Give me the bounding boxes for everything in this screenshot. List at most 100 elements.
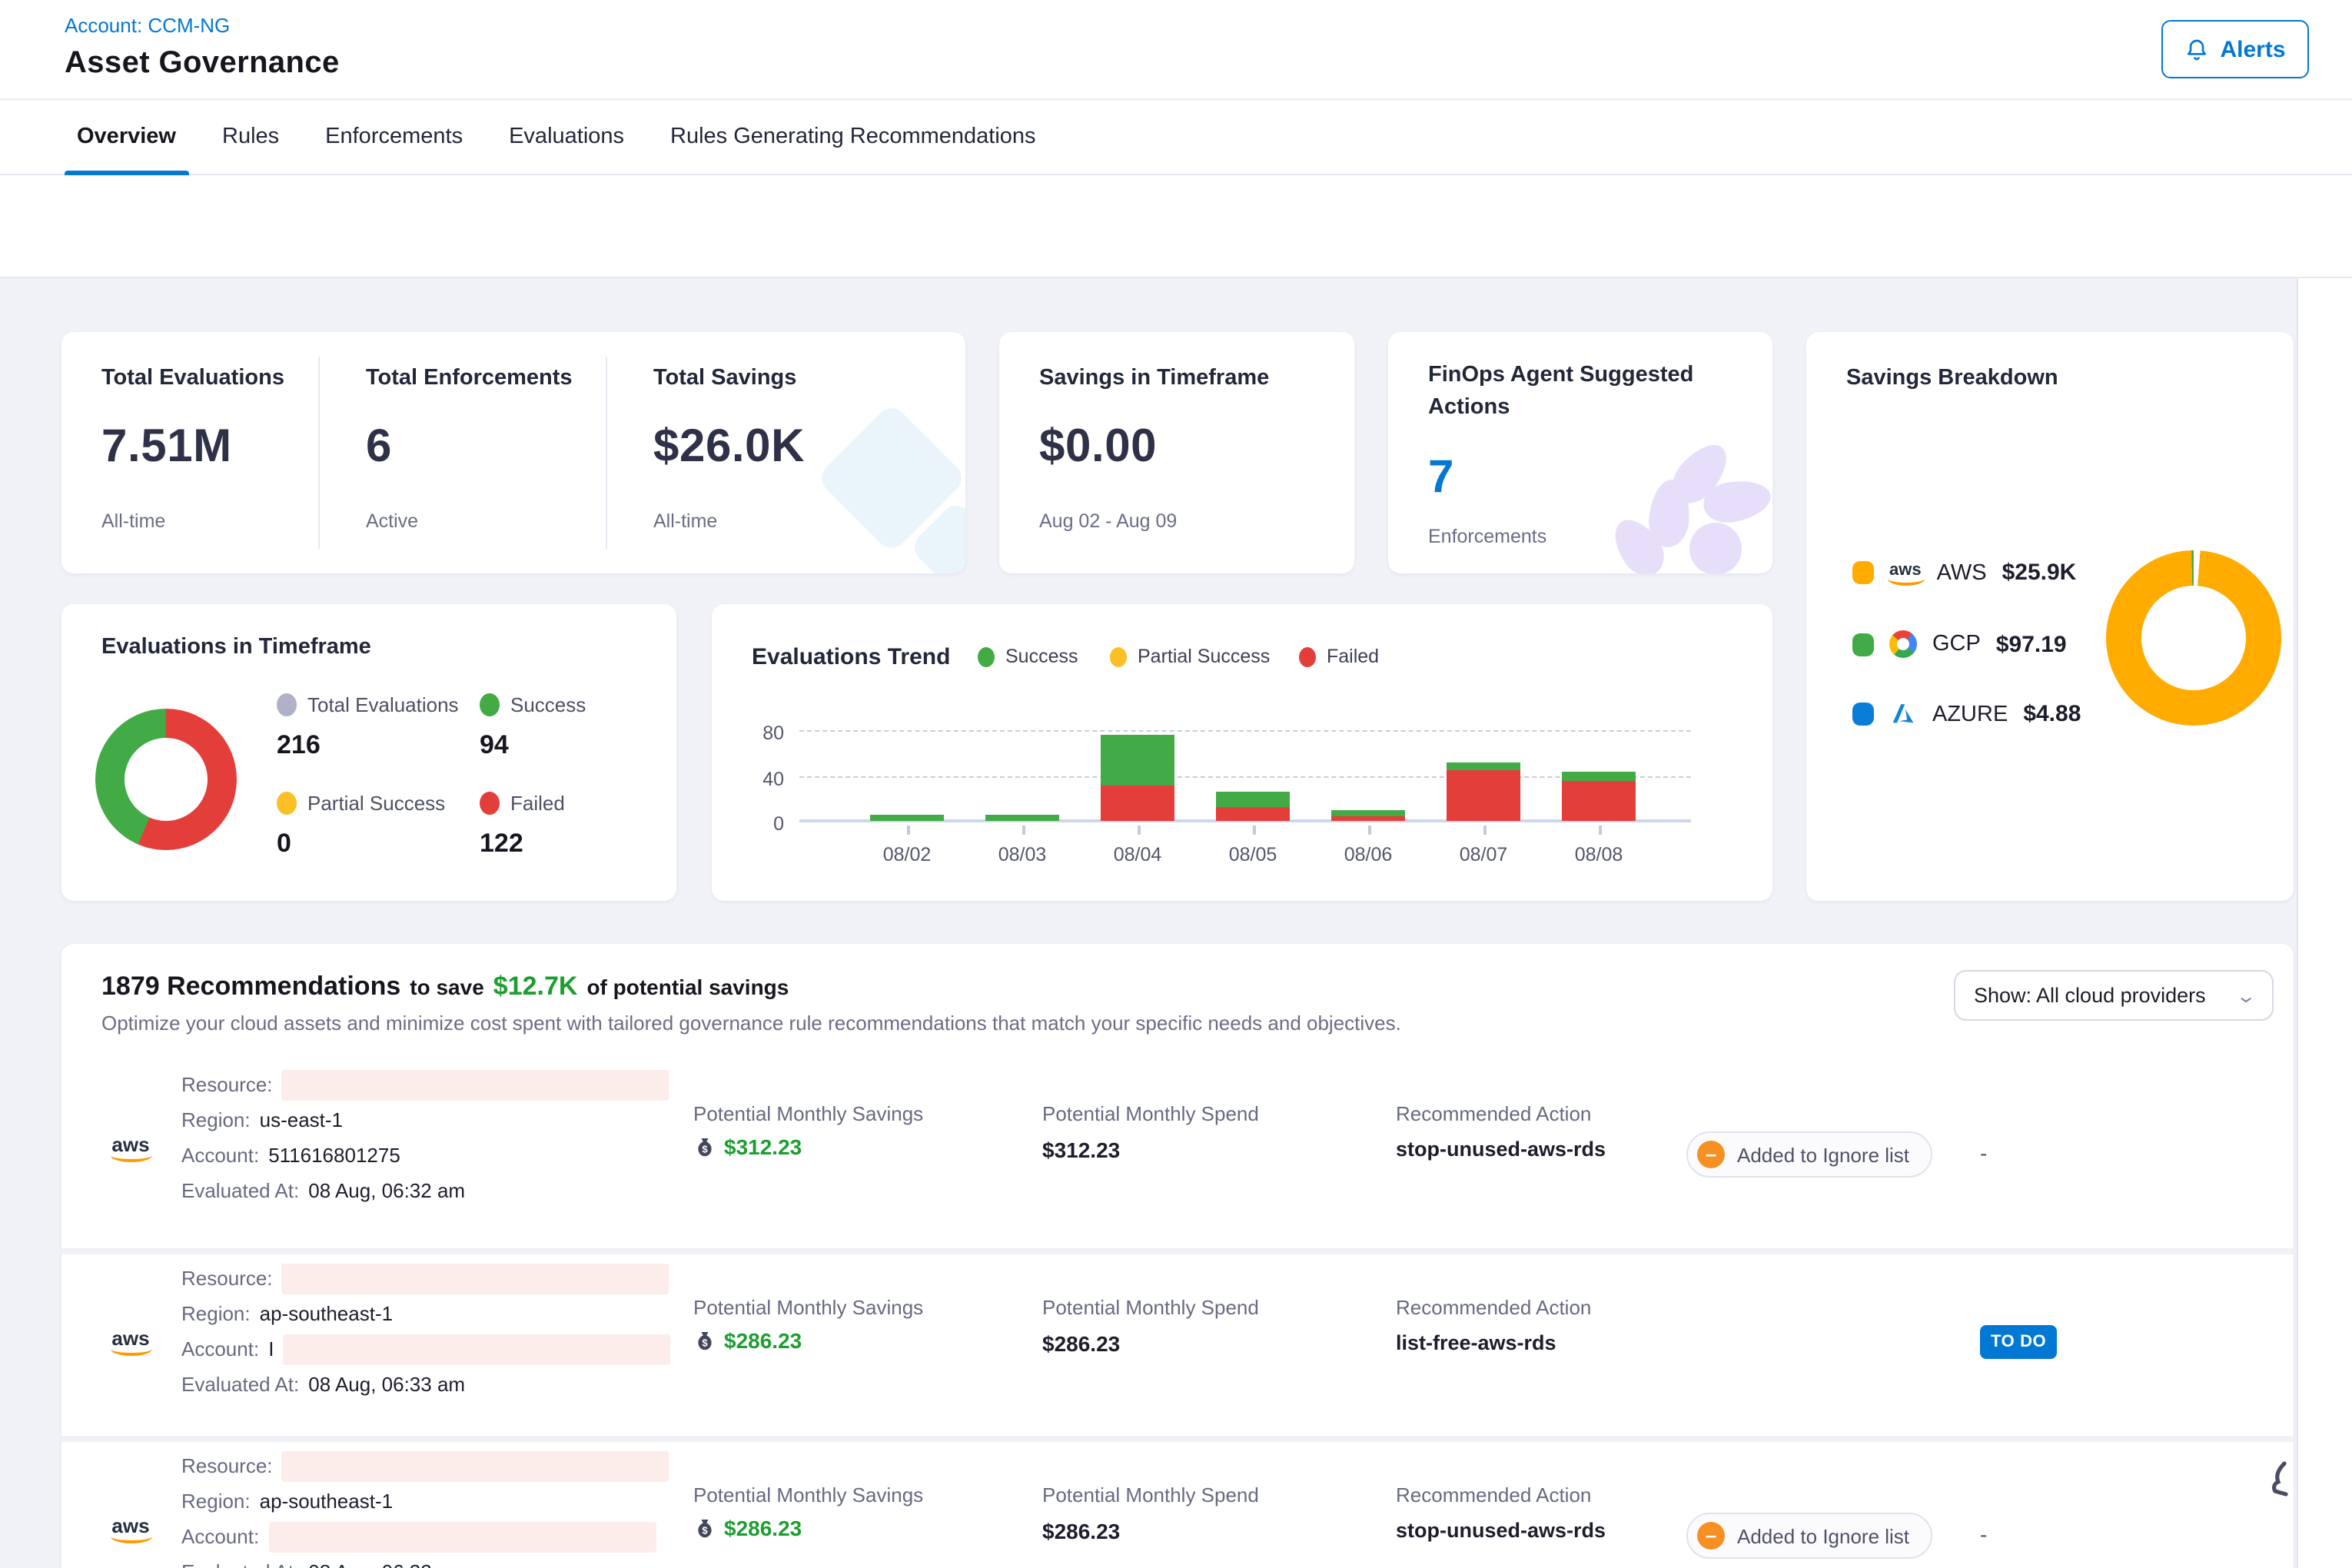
region-value: ap-southeast-1 <box>260 1302 393 1325</box>
savings-column-label: Potential Monthly Savings <box>693 1483 923 1507</box>
recommendation-row[interactable]: aws Resource: Region: ap-southeast-1 Acc… <box>61 1248 2294 1436</box>
gcp-logo-icon <box>1889 630 1917 658</box>
evaluated-line: Evaluated At: 08 Aug, 06:32 am <box>181 1554 465 1568</box>
region-label: Region: <box>181 1108 251 1131</box>
savings-amount: $312.23 <box>724 1134 802 1159</box>
spend-value: $286.23 <box>1042 1331 1120 1356</box>
account-breadcrumb-link[interactable]: Account: CCM-NG <box>65 14 230 37</box>
bar-segment-success <box>1447 762 1520 769</box>
redacted-resource-value <box>282 1450 669 1481</box>
legend-item-success: Success <box>480 693 586 716</box>
dropdown-label: Show: All cloud providers <box>1974 984 2206 1007</box>
success-legend-label: Success <box>510 693 586 716</box>
alerts-button[interactable]: Alerts <box>2161 20 2309 78</box>
money-bag-icon: $ <box>693 1517 716 1540</box>
asset-governance-page: Account: CCM-NG Asset Governance Alerts … <box>0 0 2352 1568</box>
empty-cell-dash: - <box>1980 1522 1987 1546</box>
content-area: Total Evaluations 7.51M All-time Total E… <box>0 278 2297 1568</box>
azure-logo-icon <box>1889 701 1917 727</box>
decorative-flower <box>1689 523 1742 573</box>
aws-provider-icon: aws <box>108 1328 154 1356</box>
tab-enforcements[interactable]: Enforcements <box>325 99 463 174</box>
savings-column-label: Potential Monthly Savings <box>693 1296 923 1319</box>
partial-legend-label: Partial Success <box>1138 646 1270 667</box>
account-label: Account: <box>181 1337 259 1360</box>
bar-segment-success <box>985 816 1059 821</box>
total-savings-caption: All-time <box>653 510 717 532</box>
resource-label: Resource: <box>181 1454 273 1477</box>
finops-agent-title: FinOps Agent Suggested Actions <box>1428 360 1713 424</box>
partial-legend-dot <box>277 792 297 815</box>
bar-segment-failed <box>1101 786 1174 821</box>
mouse-cursor-artifact <box>2269 1460 2291 1500</box>
gridline-40 <box>799 776 1691 777</box>
tab-rules[interactable]: Rules <box>222 99 279 174</box>
tab-overview[interactable]: Overview <box>77 99 176 174</box>
redacted-resource-value <box>282 1069 669 1100</box>
x-axis-tick-mark <box>1483 826 1486 835</box>
alerts-button-label: Alerts <box>2220 36 2285 62</box>
savings-timeframe-caption: Aug 02 - Aug 09 <box>1039 510 1177 532</box>
action-column-label: Recommended Action <box>1396 1102 1591 1125</box>
recommendation-row[interactable]: aws Resource: Region: ap-southeast-1 Acc… <box>61 1436 2294 1568</box>
recommendation-row[interactable]: aws Resource: Region: us-east-1 Account:… <box>61 1061 2294 1248</box>
success-legend-dot <box>480 693 500 716</box>
x-axis-tick-mark <box>1022 826 1025 835</box>
savings-amount: $286.23 <box>724 1328 802 1353</box>
legend-item-aws: aws AWS $25.9K <box>1852 560 2076 586</box>
bar-segment-success <box>1331 811 1405 816</box>
legend-item-failed: Failed <box>480 792 565 815</box>
bar-segment-success <box>870 816 944 821</box>
partial-legend-label: Partial Success <box>307 792 445 815</box>
donut-hole <box>125 738 208 821</box>
spend-column-label: Potential Monthly Spend <box>1042 1102 1259 1125</box>
redacted-account-value <box>283 1334 670 1364</box>
total-savings-title: Total Savings <box>653 366 796 390</box>
x-axis-tick-label: 08/04 <box>1084 844 1191 865</box>
evaluated-line: Evaluated At: 08 Aug, 06:33 am <box>181 1367 465 1402</box>
legend-item-azure: AZURE $4.88 <box>1852 701 2081 727</box>
trend-legend-failed: Failed <box>1299 646 1379 667</box>
savings-breakdown-donut-chart <box>2106 550 2281 726</box>
azure-legend-label: AZURE <box>1932 702 2008 726</box>
resource-label: Resource: <box>181 1267 273 1290</box>
region-value: ap-southeast-1 <box>260 1490 393 1513</box>
todo-status-badge[interactable]: TO DO <box>1980 1325 2057 1359</box>
minus-icon: – <box>1697 1141 1725 1168</box>
ignore-status-pill[interactable]: – Added to Ignore list <box>1686 1131 1932 1178</box>
tab-rules-generating-recommendations[interactable]: Rules Generating Recommendations <box>670 99 1036 174</box>
aws-provider-icon: aws <box>108 1134 154 1162</box>
redacted-account-value <box>268 1521 656 1552</box>
account-value: 511616801275 <box>268 1144 400 1167</box>
account-line: Account: I <box>181 1331 670 1367</box>
svg-text:$: $ <box>702 1337 708 1348</box>
azure-legend-dot <box>1852 703 1874 726</box>
recommendations-list: aws Resource: Region: us-east-1 Account:… <box>61 1061 2294 1568</box>
cloud-provider-filter-dropdown[interactable]: Show: All cloud providers ⌄ <box>1954 970 2274 1021</box>
bar-segment-failed <box>1447 770 1520 821</box>
failed-legend-label: Failed <box>510 792 565 815</box>
ignore-status-pill[interactable]: – Added to Ignore list <box>1686 1513 1932 1559</box>
evaluated-label: Evaluated At: <box>181 1373 299 1396</box>
filter-bar: aws Last 7 Days ▼ <box>0 175 2352 278</box>
scrollbar-gutter[interactable] <box>2297 278 2352 1568</box>
empty-cell-dash: - <box>1980 1141 1987 1165</box>
region-line: Region: us-east-1 <box>181 1102 343 1138</box>
tab-evaluations[interactable]: Evaluations <box>509 99 624 174</box>
action-value: stop-unused-aws-rds <box>1396 1519 1606 1542</box>
bar-segment-success <box>1101 735 1174 786</box>
trend-legend-success: Success <box>978 646 1078 667</box>
region-label: Region: <box>181 1302 251 1325</box>
evaluations-trend-bar-chart: 0408008/0208/0308/0408/0508/0608/0708/08 <box>799 699 1691 822</box>
aws-provider-icon: aws <box>108 1516 154 1543</box>
success-legend-label: Success <box>1005 646 1078 667</box>
aws-legend-dot <box>1852 561 1874 584</box>
recommendations-mid-text: to save <box>410 975 484 999</box>
aws-logo-icon: aws <box>1889 560 1922 579</box>
evaluations-donut-chart <box>95 709 237 850</box>
evaluated-value: 08 Aug, 06:32 am <box>308 1179 465 1202</box>
savings-timeframe-card: Savings in Timeframe $0.00 Aug 02 - Aug … <box>999 332 1354 573</box>
partial-legend-dot <box>1110 646 1127 666</box>
tabs-bar: Overview Rules Enforcements Evaluations … <box>0 100 2352 175</box>
total-enforcements-caption: Active <box>366 510 418 532</box>
